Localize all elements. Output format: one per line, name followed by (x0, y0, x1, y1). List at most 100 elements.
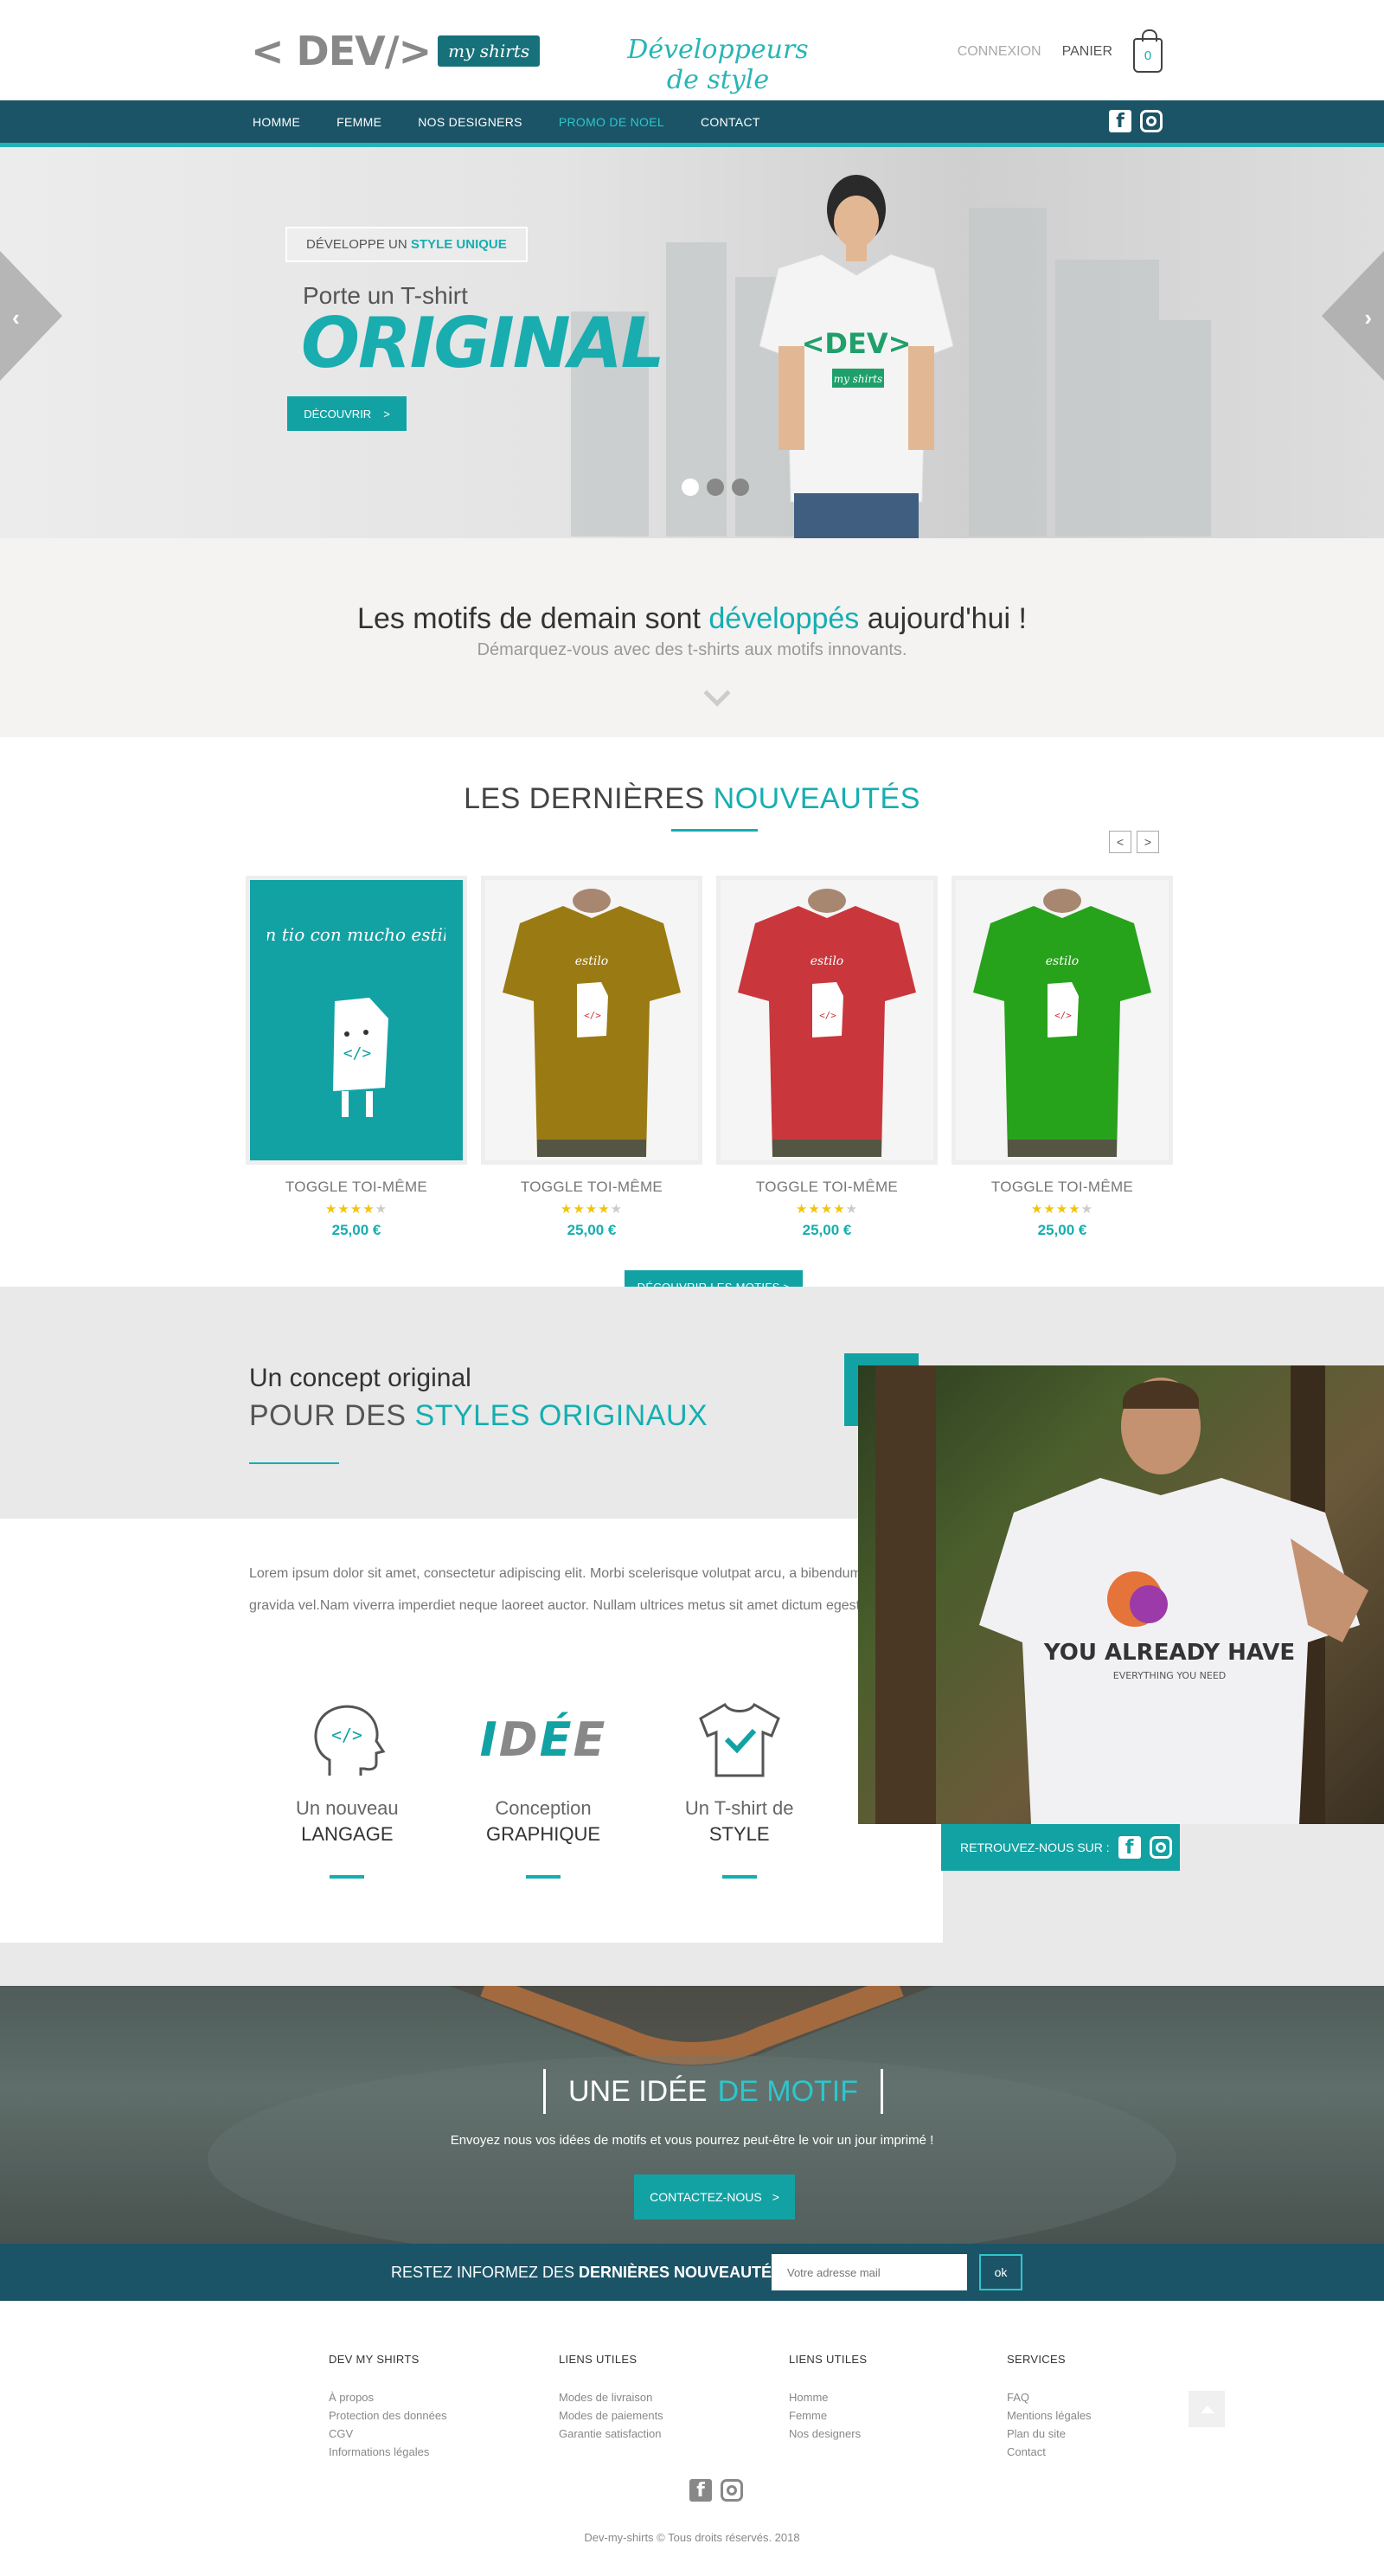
instagram-icon[interactable] (721, 2479, 743, 2502)
feature-bar (721, 1875, 757, 1879)
shopping-bag-icon[interactable]: 0 (1133, 29, 1163, 73)
instagram-icon[interactable] (1149, 1836, 1172, 1859)
product-name[interactable]: TOGGLE TOI-MÊME (952, 1179, 1173, 1196)
email-field[interactable] (772, 2254, 967, 2290)
cart-link[interactable]: PANIER (1062, 44, 1112, 60)
product-image[interactable]: estilo </> (716, 876, 938, 1165)
product-image[interactable]: un tio con mucho estilo </> (246, 876, 467, 1165)
slider-dot-3[interactable] (732, 479, 749, 496)
svg-text:un tio con mucho estilo: un tio con mucho estilo (267, 924, 445, 945)
product-price: 25,00 € (802, 1222, 852, 1238)
product-card[interactable]: estilo </> TOGGLE TOI-MÊME ★★★★★ 25,00 € (952, 876, 1173, 1239)
product-image[interactable]: estilo </> (481, 876, 702, 1165)
hero-model-image: <DEV> my shirts (759, 175, 954, 538)
footer-link[interactable]: Homme (789, 2388, 979, 2406)
product-image[interactable]: estilo </> (952, 876, 1173, 1165)
site-logo[interactable]: < DEV/> my shirts (251, 28, 541, 74)
footer-link[interactable]: FAQ (1007, 2388, 1197, 2406)
chevron-right-icon: › (1364, 305, 1372, 331)
footer-link[interactable]: Plan du site (1007, 2425, 1197, 2443)
footer-column-title: DEV MY SHIRTS (329, 2353, 420, 2366)
chevron-left-icon: ‹ (12, 305, 20, 331)
feature-line1: Conception (495, 1797, 592, 1819)
intro-title-after: aujourd'hui ! (867, 602, 1027, 635)
footer-link[interactable]: Informations légales (329, 2443, 519, 2461)
slider-prev-button[interactable]: ‹ (0, 251, 62, 381)
footer-link[interactable]: CGV (329, 2425, 519, 2443)
carousel-prev-button[interactable]: < (1109, 831, 1131, 853)
product-name[interactable]: TOGGLE TOI-MÊME (481, 1179, 702, 1196)
concept-subtitle: Un concept original (249, 1364, 471, 1392)
tagline: Développeurs de style (627, 35, 809, 95)
slider-dot-2[interactable] (707, 479, 724, 496)
svg-text:</>: </> (343, 1044, 372, 1063)
footer-link[interactable]: À propos (329, 2388, 519, 2406)
footer-column-title: SERVICES (1007, 2353, 1066, 2366)
hero-slider: <DEV> my shirts DÉVELOPPE UN STYLE UNIQU… (0, 147, 1384, 538)
footer-link[interactable]: Nos designers (789, 2425, 979, 2443)
slider-next-button[interactable]: › (1322, 251, 1384, 381)
concept-title-highlight: STYLES ORIGINAUX (414, 1399, 708, 1432)
newsletter-label: RESTEZ INFORMEZ DES DERNIÈRES NOUVEAUTÉS (391, 2264, 782, 2282)
nav-item-promo[interactable]: PROMO DE NOEL (559, 115, 664, 129)
feature-list: </> Un nouveau LANGAGE IDÉE Conception G… (249, 1692, 837, 1879)
rating-stars: ★★★★★ (560, 1202, 624, 1217)
idea-banner: UNE IDÉE DE MOTIF Envoyez nous vos idées… (0, 1986, 1384, 2244)
product-card[interactable]: estilo </> TOGGLE TOI-MÊME ★★★★★ 25,00 € (481, 876, 702, 1239)
product-name[interactable]: TOGGLE TOI-MÊME (246, 1179, 467, 1196)
title-underline (671, 829, 758, 832)
footer-column: LIENS UTILES Modes de livraison Modes de… (559, 2353, 749, 2443)
chevron-right-icon: > (772, 2190, 779, 2204)
product-price: 25,00 € (1037, 1222, 1087, 1238)
contact-us-button[interactable]: CONTACTEZ-NOUS > (634, 2175, 795, 2219)
footer-column: LIENS UTILES Homme Femme Nos designers (789, 2353, 979, 2443)
intro-subtitle: Démarquez-vous avec des t-shirts aux mot… (477, 640, 907, 659)
new-arrivals-section: LES DERNIÈRES NOUVEAUTÉS < > un tio con … (0, 737, 1384, 1303)
chevron-right-icon: > (383, 407, 390, 421)
slider-dot-1[interactable] (682, 479, 699, 496)
product-card[interactable]: un tio con mucho estilo </> TOGGLE TOI-M… (246, 876, 467, 1239)
nav-items: HOMME FEMME NOS DESIGNERS PROMO DE NOEL … (253, 100, 760, 143)
section-title: LES DERNIÈRES NOUVEAUTÉS (0, 782, 1384, 816)
instagram-icon[interactable] (1140, 110, 1163, 132)
svg-text:<DEV>: <DEV> (802, 327, 912, 360)
subscribe-button[interactable]: ok (979, 2254, 1022, 2290)
product-name[interactable]: TOGGLE TOI-MÊME (716, 1179, 938, 1196)
nav-item-contact[interactable]: CONTACT (701, 115, 760, 129)
footer-link[interactable]: Femme (789, 2406, 979, 2425)
product-price: 25,00 € (331, 1222, 381, 1238)
chevron-down-icon[interactable] (703, 679, 731, 707)
product-card[interactable]: estilo </> TOGGLE TOI-MÊME ★★★★★ 25,00 € (716, 876, 938, 1239)
back-to-top-button[interactable] (1189, 2391, 1225, 2427)
footer-link[interactable]: Garantie satisfaction (559, 2425, 749, 2443)
idea-title-before: UNE IDÉE (568, 2074, 708, 2108)
hero-title: ORIGINAL (301, 303, 665, 383)
carousel-next-button[interactable]: > (1137, 831, 1159, 853)
login-link[interactable]: CONNEXION (958, 44, 1041, 60)
svg-text:</>: </> (819, 1010, 836, 1021)
svg-text:YOU ALREADY HAVE: YOU ALREADY HAVE (1043, 1640, 1295, 1666)
product-list: un tio con mucho estilo </> TOGGLE TOI-M… (246, 876, 1173, 1239)
hero-discover-button[interactable]: DÉCOUVRIR > (287, 396, 407, 431)
nav-item-homme[interactable]: HOMME (253, 115, 300, 129)
cart-count: 0 (1144, 48, 1152, 63)
footer-link[interactable]: Contact (1007, 2443, 1197, 2461)
rating-stars: ★★★★★ (1030, 1202, 1094, 1217)
intro-section: Les motifs de demain sont développés auj… (0, 538, 1384, 737)
concept-underline (249, 1462, 339, 1464)
nav-item-designers[interactable]: NOS DESIGNERS (418, 115, 522, 129)
facebook-icon[interactable]: f (1118, 1836, 1141, 1859)
feature-item: IDÉE Conception GRAPHIQUE (445, 1692, 642, 1879)
footer-link[interactable]: Modes de paiements (559, 2406, 749, 2425)
footer-link[interactable]: Mentions légales (1007, 2406, 1197, 2425)
site-header: < DEV/> my shirts Développeurs de style … (0, 0, 1384, 100)
feature-item: </> Un nouveau LANGAGE (249, 1692, 445, 1879)
nav-item-femme[interactable]: FEMME (336, 115, 381, 129)
hero-tag-highlight: STYLE UNIQUE (410, 237, 507, 252)
logo-text: < DEV/> (251, 28, 432, 74)
facebook-icon[interactable]: f (1109, 110, 1131, 132)
footer-link[interactable]: Protection des données (329, 2406, 519, 2425)
footer-link[interactable]: Modes de livraison (559, 2388, 749, 2406)
tshirt-image: estilo </> (973, 889, 1151, 1157)
facebook-icon[interactable]: f (689, 2479, 712, 2502)
